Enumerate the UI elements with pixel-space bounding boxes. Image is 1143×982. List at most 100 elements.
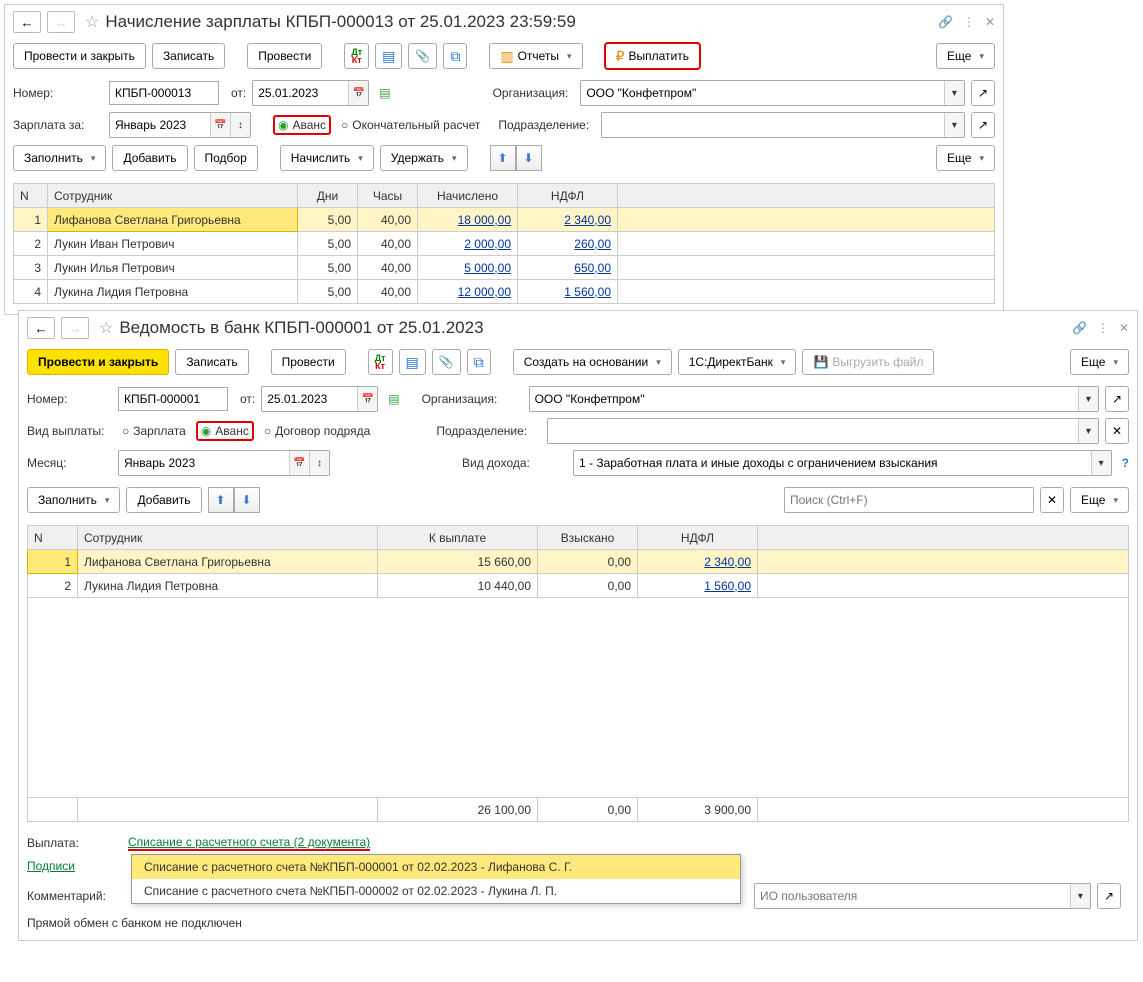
date-input[interactable] bbox=[253, 81, 348, 105]
kebab-icon[interactable]: ⋮ bbox=[1097, 321, 1109, 335]
cell-ndfl[interactable]: 1 560,00 bbox=[518, 280, 618, 304]
dropdown-icon[interactable]: ▾ bbox=[1070, 884, 1090, 908]
org-input[interactable] bbox=[581, 81, 944, 105]
list-icon-button[interactable]: ▤ bbox=[399, 349, 426, 375]
more-button[interactable]: Еще bbox=[936, 43, 995, 69]
calendar-icon[interactable]: 📅 bbox=[289, 451, 309, 475]
post-and-close-button[interactable]: Провести и закрыть bbox=[13, 43, 146, 69]
advance-radio[interactable]: ◉ Аванс bbox=[273, 115, 331, 135]
col-employee[interactable]: Сотрудник bbox=[48, 184, 298, 208]
status-icon[interactable]: ▤ bbox=[379, 86, 390, 100]
popup-item[interactable]: Списание с расчетного счета №КПБП-000002… bbox=[132, 879, 740, 903]
cell-accrued[interactable]: 12 000,00 bbox=[418, 280, 518, 304]
close-icon[interactable]: ✕ bbox=[985, 15, 995, 29]
accrue-button[interactable]: Начислить bbox=[280, 145, 374, 171]
col-n[interactable]: N bbox=[28, 526, 78, 550]
pay-button[interactable]: ₽ Выплатить bbox=[605, 43, 700, 69]
search-input[interactable] bbox=[785, 488, 1033, 512]
write-button[interactable]: Записать bbox=[152, 43, 225, 69]
fill-button[interactable]: Заполнить bbox=[13, 145, 106, 171]
table-row[interactable]: 4 Лукина Лидия Петровна 5,00 40,00 12 00… bbox=[14, 280, 995, 304]
table-row[interactable]: 1 Лифанова Светлана Григорьевна 15 660,0… bbox=[28, 550, 1129, 574]
calendar-icon[interactable]: 📅 bbox=[210, 113, 230, 137]
salary-radio[interactable]: ○ Зарплата bbox=[118, 422, 190, 440]
col-days[interactable]: Дни bbox=[298, 184, 358, 208]
more-button[interactable]: Еще bbox=[1070, 349, 1129, 375]
payment-link[interactable]: Списание с расчетного счета (2 документа… bbox=[128, 835, 370, 851]
duplicate-icon-button[interactable]: ⧉ bbox=[467, 349, 491, 375]
dept-input[interactable] bbox=[602, 113, 944, 137]
cell-accrued[interactable]: 18 000,00 bbox=[418, 208, 518, 232]
open-org-button[interactable]: ↗ bbox=[1105, 386, 1129, 412]
col-collected[interactable]: Взыскано bbox=[538, 526, 638, 550]
calendar-icon[interactable]: 📅 bbox=[348, 81, 368, 105]
cell-ndfl[interactable]: 2 340,00 bbox=[518, 208, 618, 232]
link-icon[interactable]: 🔗 bbox=[938, 15, 953, 29]
calendar-icon[interactable]: 📅 bbox=[357, 387, 377, 411]
dropdown-icon[interactable]: ▾ bbox=[1091, 451, 1111, 475]
directbank-button[interactable]: 1С:ДиректБанк bbox=[678, 349, 797, 375]
move-down-button[interactable]: ⬇ bbox=[516, 145, 542, 171]
status-icon[interactable]: ▤ bbox=[388, 392, 399, 406]
table-row[interactable]: 3 Лукин Илья Петрович 5,00 40,00 5 000,0… bbox=[14, 256, 995, 280]
kebab-icon[interactable]: ⋮ bbox=[963, 15, 975, 29]
favorite-star-icon[interactable]: ☆ bbox=[99, 318, 113, 338]
number-input[interactable] bbox=[118, 387, 228, 411]
post-button[interactable]: Провести bbox=[271, 349, 346, 375]
salary-period-input[interactable] bbox=[110, 113, 210, 137]
pick-button[interactable]: Подбор bbox=[194, 145, 258, 171]
date-input[interactable] bbox=[262, 387, 357, 411]
dropdown-icon[interactable]: ▾ bbox=[1078, 387, 1098, 411]
cell-accrued[interactable]: 5 000,00 bbox=[418, 256, 518, 280]
col-pay[interactable]: К выплате bbox=[378, 526, 538, 550]
attach-icon-button[interactable]: 📎 bbox=[432, 349, 461, 375]
add-button[interactable]: Добавить bbox=[126, 487, 201, 513]
user-input[interactable] bbox=[755, 884, 1070, 908]
list-icon-button[interactable]: ▤ bbox=[375, 43, 402, 69]
advance-radio[interactable]: ◉ Аванс bbox=[196, 421, 254, 441]
table-row[interactable]: 2 Лукина Лидия Петровна 10 440,00 0,00 1… bbox=[28, 574, 1129, 598]
post-and-close-button[interactable]: Провести и закрыть bbox=[27, 349, 169, 375]
col-ndfl[interactable]: НДФЛ bbox=[638, 526, 758, 550]
withhold-button[interactable]: Удержать bbox=[380, 145, 468, 171]
stepper-icon[interactable]: ↕ bbox=[230, 113, 250, 137]
final-radio[interactable]: ○ Окончательный расчет bbox=[337, 116, 484, 134]
col-n[interactable]: N bbox=[14, 184, 48, 208]
cell-ndfl[interactable]: 1 560,00 bbox=[638, 574, 758, 598]
cell-ndfl[interactable]: 2 340,00 bbox=[638, 550, 758, 574]
col-accrued[interactable]: Начислено bbox=[418, 184, 518, 208]
back-button[interactable]: ← bbox=[27, 317, 55, 339]
month-input[interactable] bbox=[119, 451, 289, 475]
favorite-star-icon[interactable]: ☆ bbox=[85, 12, 99, 32]
dropdown-icon[interactable]: ▾ bbox=[944, 81, 964, 105]
back-button[interactable]: ← bbox=[13, 11, 41, 33]
col-employee[interactable]: Сотрудник bbox=[78, 526, 378, 550]
col-ndfl[interactable]: НДФЛ bbox=[518, 184, 618, 208]
cell-accrued[interactable]: 2 000,00 bbox=[418, 232, 518, 256]
more-button[interactable]: Еще bbox=[1070, 487, 1129, 513]
close-icon[interactable]: ✕ bbox=[1119, 321, 1129, 335]
move-up-button[interactable]: ⬆ bbox=[490, 145, 516, 171]
help-icon[interactable]: ? bbox=[1122, 456, 1129, 470]
export-file-button[interactable]: 💾 Выгрузить файл bbox=[802, 349, 934, 375]
signatures-link[interactable]: Подписи bbox=[27, 859, 75, 873]
dropdown-icon[interactable]: ▾ bbox=[944, 113, 964, 137]
write-button[interactable]: Записать bbox=[175, 349, 248, 375]
stepper-icon[interactable]: ↕ bbox=[309, 451, 329, 475]
org-input[interactable] bbox=[530, 387, 1078, 411]
income-input[interactable] bbox=[574, 451, 1091, 475]
forward-button[interactable]: → bbox=[47, 11, 75, 33]
clear-dept-button[interactable]: ✕ bbox=[1105, 418, 1129, 444]
dept-input[interactable] bbox=[548, 419, 1078, 443]
duplicate-icon-button[interactable]: ⧉ bbox=[443, 43, 467, 69]
reports-button[interactable]: ▥ Отчеты bbox=[489, 43, 582, 69]
open-dept-button[interactable]: ↗ bbox=[971, 112, 995, 138]
open-org-button[interactable]: ↗ bbox=[971, 80, 995, 106]
popup-item[interactable]: Списание с расчетного счета №КПБП-000001… bbox=[132, 855, 740, 879]
forward-button[interactable]: → bbox=[61, 317, 89, 339]
link-icon[interactable]: 🔗 bbox=[1072, 321, 1087, 335]
dropdown-icon[interactable]: ▾ bbox=[1078, 419, 1098, 443]
contract-radio[interactable]: ○ Договор подряда bbox=[260, 422, 375, 440]
col-hours[interactable]: Часы bbox=[358, 184, 418, 208]
dtkt-button[interactable]: ДтКт bbox=[368, 349, 393, 375]
